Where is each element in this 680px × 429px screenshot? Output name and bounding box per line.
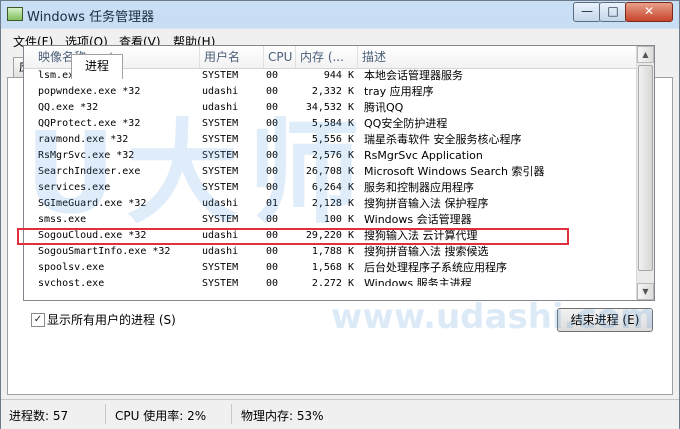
- process-name-cell: RsMgrSvc.exe *32: [38, 150, 135, 161]
- process-desc-cell: 搜狗拼音输入法 搜索候选: [364, 245, 489, 258]
- process-mem-cell: 1,788 K: [311, 246, 354, 257]
- column-header-user[interactable]: 用户名: [200, 46, 264, 68]
- process-desc-cell: 瑞星杀毒软件 安全服务核心程序: [364, 133, 522, 146]
- process-cpu-cell: 00: [266, 182, 279, 193]
- process-cpu-cell: 01: [266, 198, 279, 209]
- column-header-memory[interactable]: 内存 (...: [296, 46, 358, 68]
- process-user-cell: SYSTEM: [202, 134, 239, 145]
- process-cpu-cell: 00: [266, 150, 279, 161]
- process-cpu-cell: 00: [266, 86, 279, 97]
- process-name-cell: QQProtect.exe *32: [38, 118, 141, 129]
- process-mem-cell: 100 K: [323, 214, 354, 225]
- maximize-button[interactable]: □: [599, 2, 627, 22]
- process-row[interactable]: QQProtect.exe *32 SYSTEM 00 5,584 K QQ安全防护进程: [24, 116, 636, 132]
- process-cpu-cell: 00: [266, 246, 279, 257]
- process-row[interactable]: popwndexe.exe *32 udashi 00 2,332 K tray 应用程…: [24, 84, 636, 100]
- task-manager-app-icon: [7, 7, 23, 21]
- status-divider: [105, 404, 106, 424]
- process-desc-cell: RsMgrSvc Application: [364, 149, 483, 162]
- process-mem-cell: 2,128 K: [311, 198, 354, 209]
- process-name-cell: SearchIndexer.exe: [38, 166, 141, 177]
- process-desc-cell: Microsoft Windows Search 索引器: [364, 165, 545, 178]
- highlight-box-services: [17, 228, 569, 245]
- status-cpu-usage: CPU 使用率: 2%: [115, 409, 207, 423]
- process-mem-cell: 2,576 K: [311, 150, 354, 161]
- scroll-up-icon[interactable]: ▲: [637, 46, 654, 63]
- process-mem-cell: 1,568 K: [311, 262, 354, 273]
- end-process-button[interactable]: 结束进程 (E): [557, 308, 653, 332]
- process-user-cell: udashi: [202, 86, 239, 97]
- process-user-cell: SYSTEM: [202, 70, 239, 81]
- process-name-cell: QQ.exe *32: [38, 102, 99, 113]
- process-mem-cell: 2,332 K: [311, 86, 354, 97]
- tab-processes[interactable]: 进程: [71, 54, 123, 79]
- column-header-cpu[interactable]: CPU: [264, 46, 296, 68]
- process-list[interactable]: 映像名称 ▲ 用户名 CPU 内存 (... 描述 lsm.exeSYSTEM0…: [23, 45, 655, 301]
- process-mem-cell: 944 K: [323, 70, 354, 81]
- close-button[interactable]: ✕: [625, 2, 673, 22]
- process-name-cell: services.exe: [38, 182, 111, 193]
- process-name-cell: ravmond.exe *32: [38, 134, 129, 145]
- process-mem-cell: 34,532 K: [305, 102, 354, 113]
- process-row[interactable]: services.exe SYSTEM 00 6,264 K 服务和控制器应用程序: [24, 180, 636, 196]
- process-mem-cell: 26,708 K: [305, 166, 354, 177]
- process-name-cell: SogouSmartInfo.exe *32: [38, 246, 171, 257]
- status-bar: 进程数: 57 CPU 使用率: 2% 物理内存: 53%: [1, 399, 679, 429]
- status-process-count: 进程数: 57: [9, 409, 69, 423]
- process-user-cell: SYSTEM: [202, 214, 239, 225]
- process-desc-cell: 本地会话管理器服务: [364, 69, 463, 82]
- process-user-cell: SYSTEM: [202, 166, 239, 177]
- list-bottom-fill: [24, 286, 636, 300]
- process-cpu-cell: 00: [266, 262, 279, 273]
- minimize-button[interactable]: —: [573, 2, 601, 22]
- process-user-cell: udashi: [202, 102, 239, 113]
- process-row[interactable]: SGImeGuard.exe *32 udashi 01 2,128 K 搜狗拼音输入法…: [24, 196, 636, 212]
- process-cpu-cell: 00: [266, 214, 279, 225]
- process-user-cell: udashi: [202, 198, 239, 209]
- process-desc-cell: 搜狗拼音输入法 保护程序: [364, 197, 489, 210]
- process-user-cell: SYSTEM: [202, 118, 239, 129]
- process-desc-cell: Windows 会话管理器: [364, 213, 472, 226]
- process-name-cell: popwndexe.exe *32: [38, 86, 141, 97]
- column-header-description[interactable]: 描述: [358, 46, 636, 68]
- process-user-cell: udashi: [202, 246, 239, 257]
- process-row[interactable]: SearchIndexer.exe SYSTEM 00 26,708 K Microso…: [24, 164, 636, 180]
- process-name-cell: SGImeGuard.exe *32: [38, 198, 147, 209]
- process-desc-cell: 服务和控制器应用程序: [364, 181, 474, 194]
- process-name-cell: smss.exe: [38, 214, 87, 225]
- process-cpu-cell: 00: [266, 102, 279, 113]
- process-cpu-cell: 00: [266, 134, 279, 145]
- show-all-users-label[interactable]: 显示所有用户的进程 (S): [47, 311, 176, 328]
- process-name-cell: spoolsv.exe: [38, 262, 105, 273]
- process-cpu-cell: 00: [266, 166, 279, 177]
- scroll-down-icon[interactable]: ▼: [637, 283, 654, 300]
- status-physical-memory: 物理内存: 53%: [241, 409, 324, 423]
- process-row[interactable]: SogouSmartInfo.exe *32 udashi 00 1,788 K 搜狗拼…: [24, 244, 636, 260]
- process-row[interactable]: spoolsv.exe SYSTEM 00 1,568 K 后台处理程序子系统应用程序: [24, 260, 636, 276]
- process-desc-cell: 腾讯QQ: [364, 101, 404, 114]
- window-title: Windows 任务管理器: [27, 10, 155, 25]
- vertical-scrollbar[interactable]: ▲ ▼: [636, 46, 654, 300]
- process-user-cell: SYSTEM: [202, 182, 239, 193]
- process-desc-cell: 后台处理程序子系统应用程序: [364, 261, 507, 274]
- process-row[interactable]: RsMgrSvc.exe *32 SYSTEM 00 2,576 K RsMgrSvc …: [24, 148, 636, 164]
- process-row[interactable]: QQ.exe *32 udashi 00 34,532 K 腾讯QQ: [24, 100, 636, 116]
- process-mem-cell: 5,584 K: [311, 118, 354, 129]
- status-divider: [231, 404, 232, 424]
- process-cpu-cell: 00: [266, 70, 279, 81]
- process-cpu-cell: 00: [266, 118, 279, 129]
- show-all-users-checkbox[interactable]: ✓: [31, 313, 45, 327]
- process-user-cell: SYSTEM: [202, 150, 239, 161]
- process-desc-cell: QQ安全防护进程: [364, 117, 448, 130]
- process-desc-cell: tray 应用程序: [364, 85, 434, 98]
- task-manager-window: Windows 任务管理器 — □ ✕ 文件(F) 选项(O) 查看(V) 帮助…: [0, 0, 680, 429]
- process-mem-cell: 5,556 K: [311, 134, 354, 145]
- process-row[interactable]: smss.exe SYSTEM 00 100 K Windows 会话管理器: [24, 212, 636, 228]
- process-mem-cell: 6,264 K: [311, 182, 354, 193]
- scroll-thumb[interactable]: [638, 65, 653, 271]
- process-user-cell: SYSTEM: [202, 262, 239, 273]
- process-row[interactable]: ravmond.exe *32 SYSTEM 00 5,556 K 瑞星杀毒软件 安全服…: [24, 132, 636, 148]
- title-bar[interactable]: Windows 任务管理器 — □ ✕: [1, 1, 679, 27]
